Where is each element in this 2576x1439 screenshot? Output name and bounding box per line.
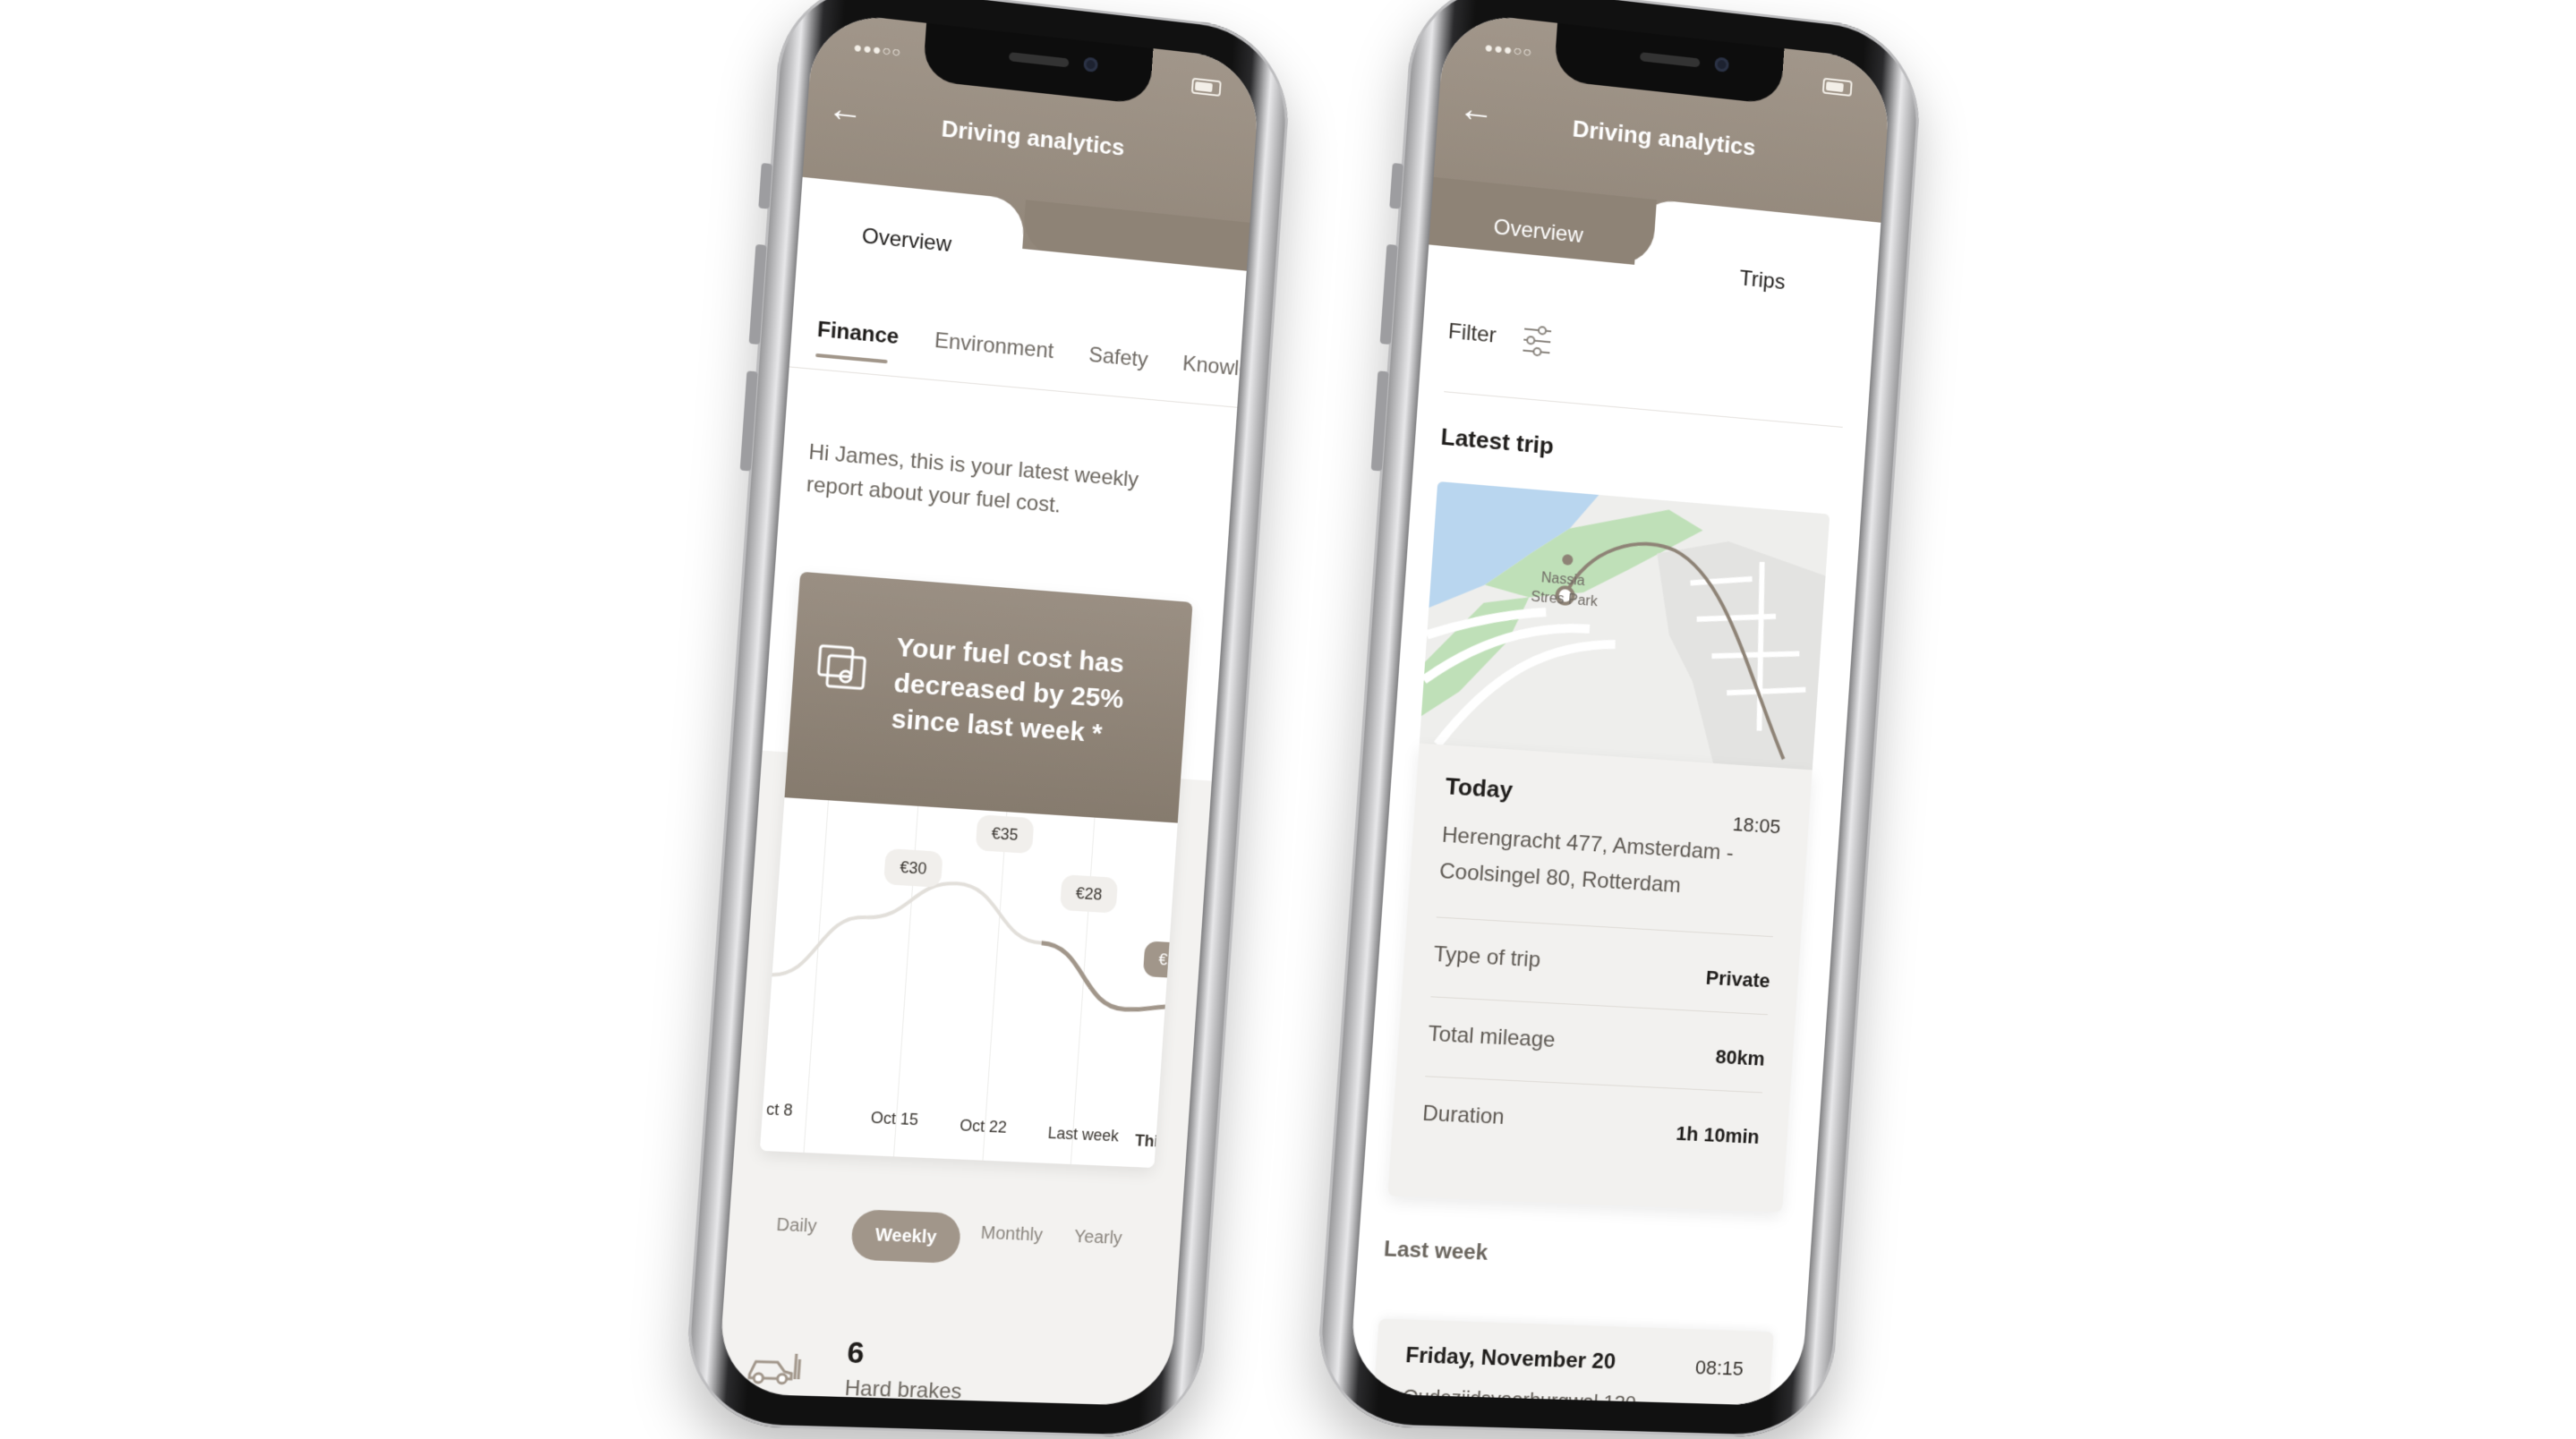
x-axis-label: This week <box>1134 1131 1193 1153</box>
trip2-title: Friday, November 20 <box>1404 1342 1616 1375</box>
trip-map[interactable]: Nassia Stres Park <box>1419 481 1830 771</box>
x-axis-label: Oct 15 <box>870 1108 919 1129</box>
subtab-safety[interactable]: Safety <box>1088 343 1148 373</box>
screen: ●●●○○ ← Driving analytics Overview Trips… <box>1348 10 1892 1407</box>
filter-sliders-icon[interactable] <box>1521 321 1554 360</box>
phone-left: ●●●○○ ← Driving analytics Overview Trips… <box>681 0 1294 1439</box>
divider <box>1430 996 1768 1016</box>
chart-svg <box>760 797 1178 1168</box>
x-axis-label: Last week <box>1047 1123 1120 1145</box>
latest-trip-card[interactable]: Today 18:05 Herengracht 477, Amsterdam -… <box>1387 743 1813 1213</box>
value-badge: €28 <box>1059 874 1119 914</box>
car-brake-icon <box>745 1341 802 1389</box>
duration-label: Duration <box>1421 1101 1506 1130</box>
speaker <box>1008 52 1070 68</box>
divider <box>1436 916 1773 938</box>
x-axis-label: Oct 22 <box>959 1116 1008 1137</box>
period-daily[interactable]: Daily <box>776 1215 818 1238</box>
trip-type-label: Type of trip <box>1432 941 1541 973</box>
card-headline: Your fuel cost has decreased by 25% sinc… <box>890 632 1125 749</box>
trip-list-item[interactable]: Friday, November 20 08:15 Oudezijdsvoorb… <box>1371 1318 1774 1407</box>
camera <box>1714 56 1729 72</box>
trip2-time: 08:15 <box>1694 1356 1744 1380</box>
filter-label[interactable]: Filter <box>1447 319 1497 349</box>
period-monthly[interactable]: Monthly <box>980 1223 1044 1247</box>
value-badge: €30 <box>883 847 943 888</box>
trip-time: 18:05 <box>1731 813 1782 839</box>
screen: ●●●○○ ← Driving analytics Overview Trips… <box>717 10 1261 1407</box>
value-badge: €35 <box>975 814 1035 855</box>
trip-address: Herengracht 477, Amsterdam - Coolsingel … <box>1438 822 1735 898</box>
duration-value: 1h 10min <box>1675 1121 1761 1148</box>
total-mileage-label: Total mileage <box>1427 1021 1557 1052</box>
map-label: Nassia <box>1540 569 1585 589</box>
battery-icon <box>1190 77 1222 98</box>
battery-icon <box>1821 77 1853 98</box>
tab-trips[interactable]: Trips <box>1108 266 1156 295</box>
tab-trips[interactable]: Trips <box>1739 266 1787 295</box>
fuel-cost-chart: €30 €35 €28 €20 ct 8 Oct 15 Oct 22 Last week Th… <box>759 797 1193 1169</box>
phone-right: ●●●○○ ← Driving analytics Overview Trips… <box>1312 0 1925 1439</box>
last-week-title: Last week <box>1383 1237 1489 1265</box>
receipt-icon <box>814 640 872 698</box>
period-selector: Daily Weekly Monthly Yearly <box>752 1205 1150 1274</box>
x-axis-label: ct 8 <box>765 1100 794 1120</box>
hard-brakes-count: 6 <box>846 1335 866 1371</box>
divider <box>1425 1076 1762 1094</box>
card-header: Your fuel cost has decreased by 25% sinc… <box>784 571 1193 823</box>
divider <box>1444 391 1843 428</box>
trip-day: Today <box>1444 771 1514 805</box>
trip-type-value: Private <box>1705 966 1771 992</box>
fuel-cost-card: Your fuel cost has decreased by 25% sinc… <box>759 571 1193 1169</box>
period-yearly[interactable]: Yearly <box>1073 1227 1122 1249</box>
period-weekly[interactable]: Weekly <box>849 1209 962 1264</box>
value-badge: €20 <box>1142 941 1193 980</box>
camera <box>1083 56 1098 72</box>
total-mileage-value: 80km <box>1714 1045 1766 1070</box>
speaker <box>1639 52 1701 68</box>
series-line-past <box>771 873 1045 989</box>
latest-trip-title: Latest trip <box>1439 422 1555 460</box>
